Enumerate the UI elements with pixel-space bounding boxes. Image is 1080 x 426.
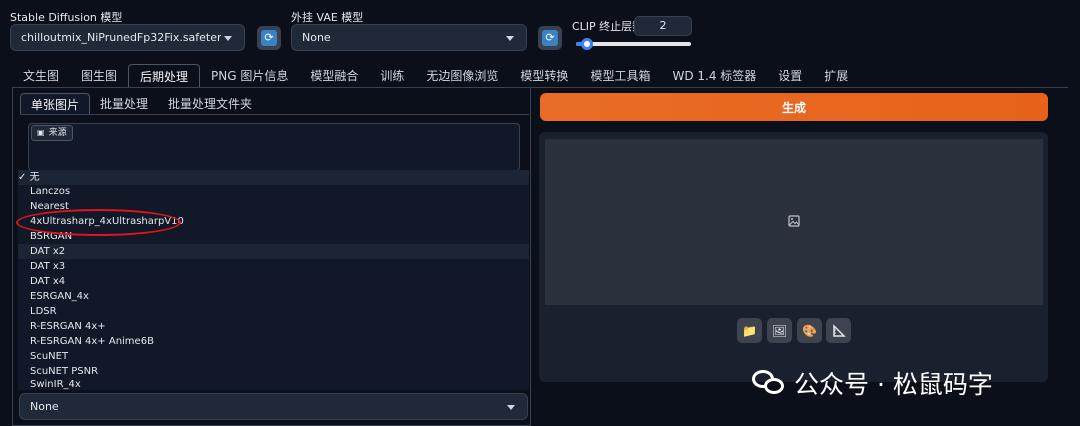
upscaler-dropdown-list: ✓ 无 Lanczos Nearest 4xUltrasharp_4xUltra…	[18, 170, 529, 390]
subtab-single-image[interactable]: 单张图片	[20, 93, 91, 115]
watermark: 公众号 · 松鼠码字	[752, 363, 993, 403]
palette-icon: 🎨	[802, 323, 817, 338]
wechat-icon	[752, 368, 788, 398]
vae-select[interactable]: None	[291, 24, 527, 51]
sd-model-select[interactable]: chilloutmix_NiPrunedFp32Fix.safetensors …	[10, 24, 245, 51]
source-label-chip: ▣ 来源	[31, 125, 73, 141]
upscaler-select[interactable]: None	[19, 393, 528, 420]
watermark-text: 公众号 · 松鼠码字	[794, 370, 993, 399]
dropdown-item[interactable]: DAT x2	[18, 244, 529, 259]
subtab-batch[interactable]: 批量处理	[90, 93, 158, 115]
dropdown-item[interactable]: ✓ 无	[18, 170, 529, 185]
open-folder-button[interactable]: 📁	[737, 318, 762, 343]
tab-image-browser[interactable]: 无边图像浏览	[415, 64, 509, 88]
clip-label: CLIP 终止层数	[572, 20, 644, 33]
dropdown-item[interactable]: Lanczos	[18, 184, 529, 199]
tab-train[interactable]: 训练	[369, 64, 415, 88]
tab-txt2img[interactable]: 文生图	[12, 64, 70, 88]
dropdown-item[interactable]: SwinIR_4x	[18, 377, 529, 392]
refresh-vae-button[interactable]: ⟳	[538, 26, 562, 50]
chevron-down-icon	[506, 35, 514, 41]
tab-settings[interactable]: 设置	[767, 64, 813, 88]
image-icon: ▣	[37, 128, 45, 137]
ruler-icon	[832, 323, 846, 337]
sd-model-value: chilloutmix_NiPrunedFp32Fix.safetensors …	[21, 31, 221, 44]
output-image-area	[545, 139, 1043, 305]
refresh-icon: ⟳	[542, 30, 558, 46]
send-to-img2img-button[interactable]: 🖼	[767, 318, 792, 343]
send-to-extras-button[interactable]	[826, 318, 851, 343]
dropdown-item[interactable]: LDSR	[18, 304, 529, 319]
image-send-icon: 🖼	[771, 323, 788, 338]
tab-model-convert[interactable]: 模型转换	[509, 64, 579, 88]
generate-button[interactable]: 生成	[540, 93, 1048, 121]
dropdown-item[interactable]: DAT x3	[18, 259, 529, 274]
check-icon: ✓	[18, 172, 30, 183]
tab-img2img[interactable]: 图生图	[70, 64, 128, 88]
tab-merge[interactable]: 模型融合	[299, 64, 369, 88]
sd-model-label: Stable Diffusion 模型	[10, 11, 123, 24]
subtab-batch-folder[interactable]: 批量处理文件夹	[158, 93, 262, 115]
clip-slider-track[interactable]	[576, 42, 691, 46]
highlight-annotation	[16, 209, 181, 236]
chevron-down-icon	[507, 404, 515, 410]
main-tabs: 文生图 图生图 后期处理 PNG 图片信息 模型融合 训练 无边图像浏览 模型转…	[12, 64, 859, 88]
clip-number-input[interactable]: 2	[634, 16, 692, 36]
refresh-icon: ⟳	[261, 30, 277, 46]
source-label: 来源	[48, 128, 67, 138]
vae-label: 外挂 VAE 模型	[291, 11, 364, 24]
vae-value: None	[302, 31, 331, 44]
tab-png-info[interactable]: PNG 图片信息	[200, 64, 299, 88]
dropdown-item[interactable]: DAT x4	[18, 274, 529, 289]
sub-tabs: 单张图片 批量处理 批量处理文件夹	[20, 93, 262, 115]
refresh-sd-model-button[interactable]: ⟳	[257, 26, 281, 50]
dropdown-item[interactable]: R-ESRGAN 4x+ Anime6B	[18, 334, 529, 349]
dropdown-item[interactable]: R-ESRGAN 4x+	[18, 319, 529, 334]
dropdown-item[interactable]: ScuNET	[18, 349, 529, 364]
tab-extensions[interactable]: 扩展	[813, 64, 859, 88]
tab-extras[interactable]: 后期处理	[128, 64, 201, 88]
source-image-upload[interactable]	[28, 123, 520, 171]
folder-icon: 📁	[742, 323, 757, 338]
tab-model-toolkit[interactable]: 模型工具箱	[579, 64, 661, 88]
send-to-inpaint-button[interactable]: 🎨	[797, 318, 822, 343]
image-icon	[788, 215, 800, 227]
subtabs-divider	[20, 114, 529, 115]
upscaler-select-value: None	[30, 400, 59, 413]
clip-slider-thumb[interactable]	[581, 38, 593, 50]
tab-wd-tagger[interactable]: WD 1.4 标签器	[661, 64, 767, 88]
chevron-down-icon	[224, 35, 232, 41]
dropdown-item[interactable]: ESRGAN_4x	[18, 289, 529, 304]
